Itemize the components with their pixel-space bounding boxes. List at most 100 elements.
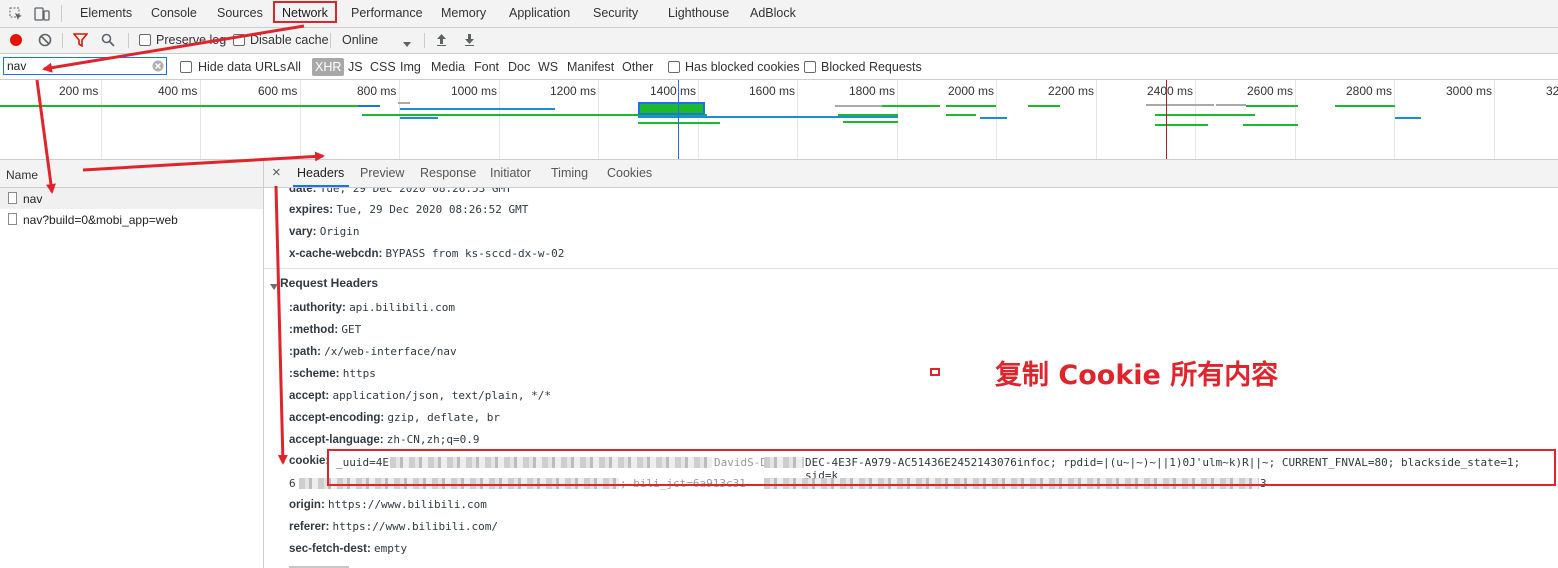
header-row: accept-encoding: gzip, deflate, br: [289, 411, 501, 424]
tab-timing[interactable]: Timing: [551, 166, 588, 180]
tab-lighthouse[interactable]: Lighthouse: [668, 0, 729, 27]
header-row-clipped: [289, 562, 369, 568]
preserve-log-checkbox[interactable]: [139, 34, 151, 46]
request-list: Name nav nav?build=0&mobi_app=web: [0, 160, 264, 568]
tab-application[interactable]: Application: [509, 0, 570, 27]
tab-initiator[interactable]: Initiator: [490, 166, 531, 180]
network-toolbar: Preserve log Disable cache Online: [0, 28, 1558, 54]
timing-bar: [638, 102, 705, 115]
timing-bar: [400, 108, 555, 110]
tab-preview[interactable]: Preview: [360, 166, 404, 180]
time-tick: 2200 ms: [1048, 84, 1095, 98]
import-har-icon[interactable]: [436, 33, 447, 49]
details-tab-bar: × Headers Preview Response Initiator Tim…: [264, 160, 1558, 188]
close-icon[interactable]: ×: [272, 164, 281, 181]
grid-line: [897, 80, 898, 159]
filter-type-doc[interactable]: Doc: [506, 58, 532, 76]
disable-cache-checkbox[interactable]: [233, 34, 245, 46]
device-toolbar-icon[interactable]: [34, 6, 50, 25]
filter-type-js[interactable]: JS: [346, 58, 365, 76]
load-event-line: [1166, 80, 1167, 159]
filter-type-media[interactable]: Media: [429, 58, 467, 76]
request-name: nav: [23, 192, 43, 206]
tab-console[interactable]: Console: [151, 0, 197, 27]
cookie-highlight-box: [327, 449, 1556, 486]
timing-bar: [838, 114, 898, 116]
triangle-down-icon[interactable]: [270, 280, 278, 294]
request-row-selected[interactable]: nav: [0, 188, 263, 209]
time-tick: 2600 ms: [1247, 84, 1294, 98]
clear-filter-icon[interactable]: [152, 60, 164, 75]
record-icon[interactable]: [9, 33, 23, 50]
filter-type-font[interactable]: Font: [472, 58, 501, 76]
name-column-header[interactable]: Name: [0, 160, 263, 188]
header-row: :path: /x/web-interface/nav: [289, 345, 457, 358]
time-tick: 3000 ms: [1446, 84, 1493, 98]
inspect-element-icon[interactable]: [9, 7, 23, 24]
filter-type-all[interactable]: All: [285, 58, 303, 76]
timing-bar: [400, 117, 438, 119]
grid-line: [598, 80, 599, 159]
search-icon[interactable]: [101, 33, 115, 50]
request-details: × Headers Preview Response Initiator Tim…: [264, 160, 1558, 568]
timing-bar: [638, 116, 898, 118]
timing-bar: [1155, 124, 1208, 126]
timing-bar: [1146, 104, 1214, 106]
toolbar-separator: [62, 33, 63, 48]
export-har-icon[interactable]: [464, 33, 475, 49]
filter-icon[interactable]: [72, 33, 89, 50]
network-overview[interactable]: 200 ms 400 ms 600 ms 800 ms 1000 ms 1200…: [0, 80, 1558, 160]
filter-type-css[interactable]: CSS: [368, 58, 398, 76]
request-headers-title[interactable]: Request Headers: [280, 276, 378, 290]
time-tick: 800 ms: [357, 84, 397, 98]
tab-response[interactable]: Response: [420, 166, 476, 180]
grid-line: [1096, 80, 1097, 159]
filter-type-ws[interactable]: WS: [536, 58, 560, 76]
header-row: vary: Origin: [289, 225, 360, 238]
grid-line: [1195, 80, 1196, 159]
tab-sources[interactable]: Sources: [217, 0, 263, 27]
blocked-requests-checkbox[interactable]: [804, 61, 816, 73]
clear-icon[interactable]: [38, 33, 52, 50]
hide-data-urls-label: Hide data URLs: [198, 60, 287, 74]
filter-type-other[interactable]: Other: [620, 58, 655, 76]
hide-data-urls-checkbox[interactable]: [180, 61, 192, 73]
timing-bar: [358, 105, 380, 107]
time-tick: 1400 ms: [650, 84, 697, 98]
request-row[interactable]: nav?build=0&mobi_app=web: [0, 209, 263, 230]
filter-type-manifest[interactable]: Manifest: [565, 58, 616, 76]
header-row: :authority: api.bilibili.com: [289, 301, 456, 314]
filter-type-xhr[interactable]: XHR: [312, 58, 345, 76]
grid-line: [200, 80, 201, 159]
filter-input[interactable]: [3, 57, 167, 75]
tab-headers[interactable]: Headers: [297, 166, 344, 180]
grid-line: [300, 80, 301, 159]
dom-content-loaded-line: [678, 80, 679, 159]
tab-cookies[interactable]: Cookies: [607, 166, 652, 180]
throttling-select[interactable]: Online: [342, 33, 378, 47]
tab-memory[interactable]: Memory: [441, 0, 486, 27]
time-tick: 1600 ms: [749, 84, 796, 98]
request-name: nav?build=0&mobi_app=web: [23, 213, 178, 227]
annotation-mark: [930, 368, 940, 376]
tab-security[interactable]: Security: [593, 0, 638, 27]
grid-line: [996, 80, 997, 159]
cookie-header-row: cookie:: [289, 455, 329, 467]
time-tick: 1800 ms: [849, 84, 896, 98]
chevron-down-icon[interactable]: [403, 37, 411, 51]
tab-adblock[interactable]: AdBlock: [750, 0, 796, 27]
tab-performance[interactable]: Performance: [351, 0, 423, 27]
has-blocked-cookies-checkbox[interactable]: [668, 61, 680, 73]
toolbar-separator: [128, 33, 129, 48]
grid-line: [1295, 80, 1296, 159]
filter-type-img[interactable]: Img: [398, 58, 423, 76]
disable-cache-label: Disable cache: [250, 33, 329, 47]
header-row: origin: https://www.bilibili.com: [289, 498, 487, 511]
annotation-text: 复制 Cookie 所有内容: [995, 360, 1279, 391]
name-column-label: Name: [6, 168, 39, 182]
tab-elements[interactable]: Elements: [80, 0, 132, 27]
filter-bar: Hide data URLs All XHR JS CSS Img Media …: [0, 54, 1558, 80]
header-row: :method: GET: [289, 323, 362, 336]
time-tick: 2400 ms: [1147, 84, 1194, 98]
toolbar-separator: [424, 33, 425, 48]
